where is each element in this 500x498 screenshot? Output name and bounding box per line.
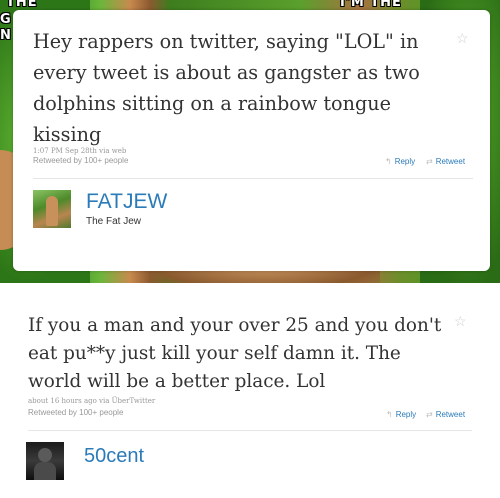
- retweet-button[interactable]: ⇄ Retweet: [426, 410, 465, 419]
- retweet-label: Retweet: [435, 410, 466, 419]
- reply-button[interactable]: ↰ Reply: [385, 157, 415, 166]
- tweet-timestamp[interactable]: about 16 hours ago via ÜberTwitter: [28, 397, 155, 405]
- avatar[interactable]: [33, 190, 71, 228]
- retweet-icon: ⇄: [426, 157, 433, 166]
- avatar-head: [38, 448, 52, 462]
- meme-caption-im-the: I'M THE: [340, 0, 402, 10]
- real-name: The Fat Jew: [86, 216, 142, 227]
- tweet-text: If you a man and your over 25 and you do…: [28, 315, 442, 392]
- reply-label: Reply: [395, 410, 417, 419]
- meme-caption-the: THE: [6, 0, 38, 10]
- star-icon[interactable]: ☆: [456, 30, 469, 47]
- screen-name-link[interactable]: 50cent: [84, 445, 144, 468]
- divider: [33, 178, 473, 179]
- retweet-count: Retweeted by 100+ people: [33, 156, 129, 165]
- retweet-icon: ⇄: [426, 410, 433, 419]
- avatar[interactable]: [26, 442, 64, 480]
- reply-arrow-icon: ↰: [385, 157, 392, 166]
- tweet-card: If you a man and your over 25 and you do…: [12, 290, 490, 498]
- reply-arrow-icon: ↰: [386, 410, 393, 419]
- tweet-text: Hey rappers on twitter, saying "LOL" in …: [33, 30, 420, 146]
- screen-name-link[interactable]: FATJEW: [86, 190, 167, 214]
- tweet-card: Hey rappers on twitter, saying "LOL" in …: [13, 10, 490, 271]
- retweet-label: Retweet: [435, 157, 466, 166]
- star-icon[interactable]: ☆: [454, 313, 467, 330]
- reply-button[interactable]: ↰ Reply: [386, 410, 416, 419]
- tweet-timestamp[interactable]: 1:07 PM Sep 28th via web: [33, 147, 126, 155]
- avatar-body: [34, 462, 56, 480]
- avatar-figure: [46, 196, 58, 226]
- meme-caption-g: G: [0, 12, 12, 27]
- reply-label: Reply: [394, 157, 416, 166]
- divider: [28, 430, 472, 431]
- meme-caption-n: N: [0, 28, 12, 43]
- retweet-count: Retweeted by 100+ people: [28, 408, 124, 417]
- retweet-button[interactable]: ⇄ Retweet: [426, 157, 465, 166]
